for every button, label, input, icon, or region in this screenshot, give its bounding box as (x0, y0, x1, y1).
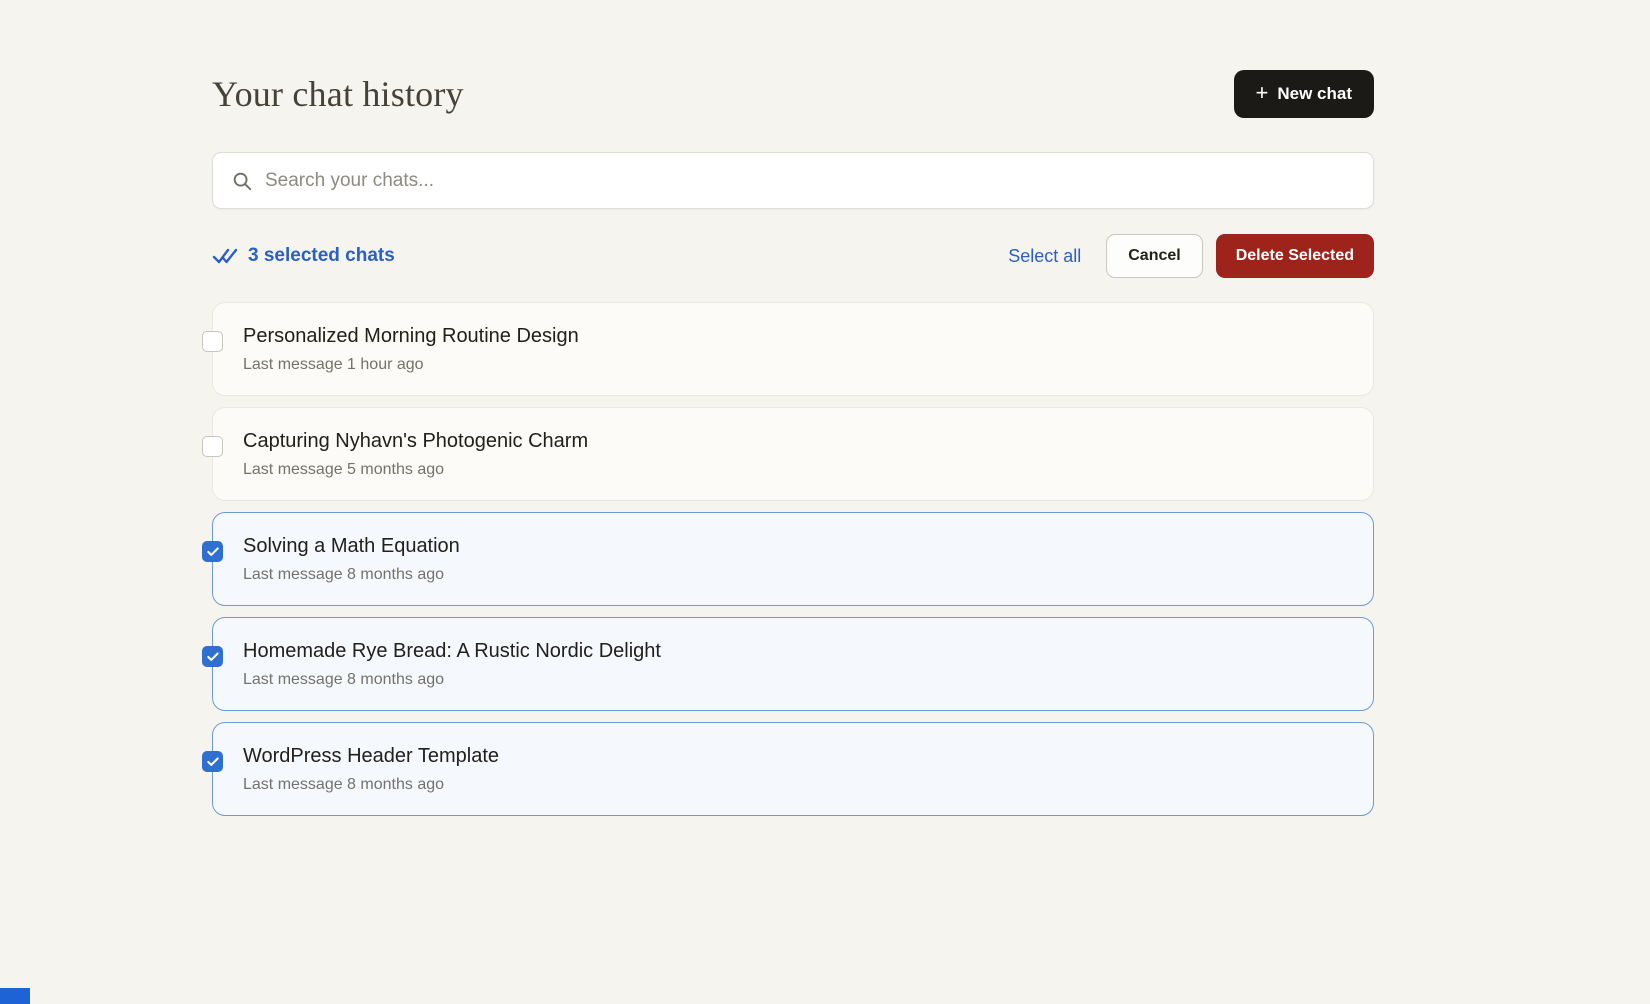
chat-text: WordPress Header Template Last message 8… (243, 745, 1343, 794)
chat-meta: Last message 1 hour ago (243, 356, 1343, 374)
chat-card[interactable]: Capturing Nyhavn's Photogenic Charm Last… (212, 407, 1374, 501)
check-icon (206, 545, 220, 559)
search-input[interactable] (265, 170, 1355, 192)
new-chat-label: New chat (1277, 84, 1352, 104)
check-icon (206, 650, 220, 664)
chat-checkbox[interactable] (202, 436, 223, 457)
chat-text: Personalized Morning Routine Design Last… (243, 325, 1343, 374)
chat-card[interactable]: Homemade Rye Bread: A Rustic Nordic Deli… (212, 617, 1374, 711)
selected-count: 3 selected chats (212, 245, 395, 267)
selection-actions: Select all Cancel Delete Selected (1008, 234, 1374, 278)
plus-icon: + (1256, 82, 1269, 104)
chat-meta: Last message 5 months ago (243, 461, 1343, 479)
search-icon (231, 170, 253, 192)
select-all-link[interactable]: Select all (1008, 246, 1081, 267)
chat-meta: Last message 8 months ago (243, 776, 1343, 794)
chat-title: Personalized Morning Routine Design (243, 325, 1343, 348)
chat-history-page: Your chat history + New chat 3 selected … (212, 0, 1374, 816)
chat-text: Solving a Math Equation Last message 8 m… (243, 535, 1343, 584)
chat-card[interactable]: WordPress Header Template Last message 8… (212, 722, 1374, 816)
chat-card[interactable]: Personalized Morning Routine Design Last… (212, 302, 1374, 396)
chat-checkbox[interactable] (202, 331, 223, 352)
chat-title: WordPress Header Template (243, 745, 1343, 768)
page-title: Your chat history (212, 73, 464, 115)
chat-card[interactable]: Solving a Math Equation Last message 8 m… (212, 512, 1374, 606)
chat-title: Capturing Nyhavn's Photogenic Charm (243, 430, 1343, 453)
chat-checkbox[interactable] (202, 751, 223, 772)
cancel-button[interactable]: Cancel (1106, 234, 1202, 278)
chat-checkbox[interactable] (202, 646, 223, 667)
chat-text: Capturing Nyhavn's Photogenic Charm Last… (243, 430, 1343, 479)
chat-meta: Last message 8 months ago (243, 566, 1343, 584)
chat-meta: Last message 8 months ago (243, 671, 1343, 689)
search-bar[interactable] (212, 152, 1374, 209)
chat-title: Homemade Rye Bread: A Rustic Nordic Deli… (243, 640, 1343, 663)
check-icon (206, 755, 220, 769)
selected-count-label: 3 selected chats (248, 245, 395, 267)
double-check-icon (212, 245, 238, 267)
chat-text: Homemade Rye Bread: A Rustic Nordic Deli… (243, 640, 1343, 689)
new-chat-button[interactable]: + New chat (1234, 70, 1375, 118)
delete-selected-button[interactable]: Delete Selected (1216, 234, 1374, 278)
chat-title: Solving a Math Equation (243, 535, 1343, 558)
header: Your chat history + New chat (212, 70, 1374, 118)
chat-list: Personalized Morning Routine Design Last… (212, 302, 1374, 816)
chat-checkbox[interactable] (202, 541, 223, 562)
selection-bar: 3 selected chats Select all Cancel Delet… (212, 234, 1374, 278)
corner-artifact (0, 988, 30, 1004)
